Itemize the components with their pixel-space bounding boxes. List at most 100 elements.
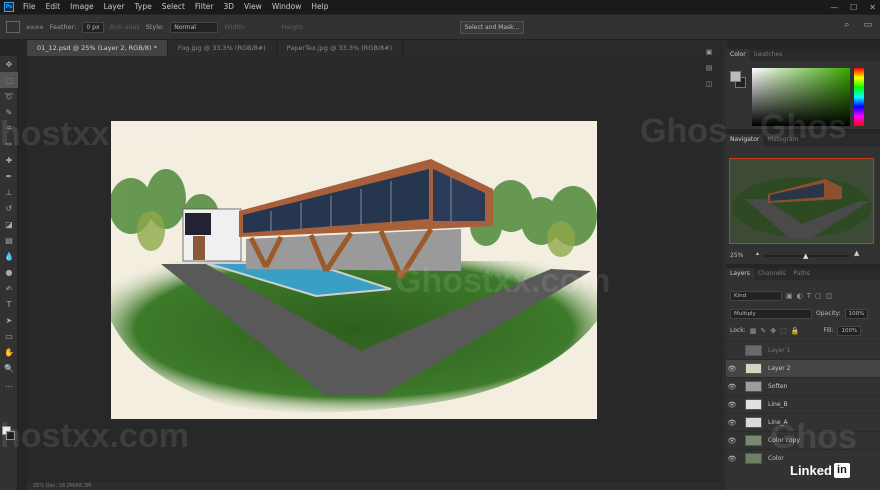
select-and-mask-button[interactable]: Select and Mask... bbox=[460, 21, 524, 34]
eye-icon[interactable]: 👁 bbox=[726, 401, 738, 409]
filter-pixel-icon[interactable]: ▣ bbox=[786, 292, 793, 300]
fill-input[interactable]: 100% bbox=[837, 325, 862, 336]
photoshop-logo[interactable]: Ps bbox=[0, 0, 18, 14]
filter-adjust-icon[interactable]: ◐ bbox=[797, 292, 803, 300]
minimize-icon[interactable]: — bbox=[830, 3, 838, 12]
tab-01-12-psd[interactable]: 01_12.psd @ 25% (Layer 2, RGB/8) * bbox=[27, 40, 168, 56]
layer-kind-filter[interactable]: Kind bbox=[730, 290, 782, 301]
filter-smart-icon[interactable]: ◫ bbox=[826, 292, 833, 300]
blend-row: Multiply Opacity: 100% bbox=[726, 306, 880, 321]
properties-panel-icon[interactable]: ▤ bbox=[702, 64, 716, 76]
feather-input[interactable]: 0 px bbox=[82, 21, 104, 33]
layer-name: Color copy bbox=[768, 437, 800, 444]
maximize-icon[interactable]: ☐ bbox=[850, 3, 857, 12]
layer-row-layer-2[interactable]: 👁 Layer 2 bbox=[726, 359, 880, 377]
lock-all-icon[interactable]: 🔒 bbox=[791, 327, 800, 335]
menu-help[interactable]: Help bbox=[306, 0, 333, 14]
workspace-icon[interactable]: ▭ bbox=[863, 20, 872, 30]
history-panel-icon[interactable]: ▣ bbox=[702, 48, 716, 60]
document-canvas-image[interactable] bbox=[111, 121, 597, 419]
quick-select-tool-icon[interactable]: ✎ bbox=[0, 104, 18, 120]
tab-swatches[interactable]: Swatches bbox=[750, 49, 787, 61]
zoom-out-icon[interactable]: ▴ bbox=[756, 250, 759, 257]
move-tool-icon[interactable]: ✥ bbox=[0, 56, 18, 72]
menu-edit[interactable]: Edit bbox=[41, 0, 66, 14]
menu-layer[interactable]: Layer bbox=[99, 0, 130, 14]
tab-layers[interactable]: Layers bbox=[726, 268, 754, 280]
menu-view[interactable]: View bbox=[239, 0, 267, 14]
eye-icon[interactable]: 👁 bbox=[726, 365, 738, 373]
lock-position-icon[interactable]: ✥ bbox=[770, 327, 776, 335]
lock-pixels-icon[interactable]: ▦ bbox=[750, 327, 757, 335]
zoom-in-icon[interactable]: ▲ bbox=[854, 249, 859, 257]
lock-artboard-icon[interactable]: ⬚ bbox=[780, 327, 787, 335]
eye-icon[interactable]: 👁 bbox=[726, 455, 738, 463]
stamp-tool-icon[interactable]: ⊥ bbox=[0, 184, 18, 200]
eraser-tool-icon[interactable]: ◪ bbox=[0, 216, 18, 232]
background-color-swatch[interactable] bbox=[6, 431, 15, 440]
fill-label: Fill: bbox=[823, 327, 834, 334]
pen-tool-icon[interactable]: ✍ bbox=[0, 280, 18, 296]
menu-type[interactable]: Type bbox=[130, 0, 157, 14]
tab-channels[interactable]: Channels bbox=[754, 268, 790, 280]
navigator-zoom-value[interactable]: 25% bbox=[730, 252, 743, 259]
menu-image[interactable]: Image bbox=[65, 0, 99, 14]
shape-tool-icon[interactable]: ▭ bbox=[0, 328, 18, 344]
menu-filter[interactable]: Filter bbox=[190, 0, 219, 14]
layer-row-line-b[interactable]: 👁 Line_B bbox=[726, 395, 880, 413]
history-brush-icon[interactable]: ↺ bbox=[0, 200, 18, 216]
tab-fog-jpg[interactable]: Fog.jpg @ 33.3% (RGB/8#) bbox=[167, 40, 277, 56]
type-tool-icon[interactable]: T bbox=[0, 296, 18, 312]
eye-icon[interactable]: 👁 bbox=[726, 419, 738, 427]
menu-window[interactable]: Window bbox=[267, 0, 307, 14]
eye-icon[interactable]: 👁 bbox=[726, 437, 738, 445]
color-picker-field[interactable] bbox=[752, 68, 850, 126]
menu-select[interactable]: Select bbox=[157, 0, 190, 14]
more-tools-icon[interactable]: … bbox=[0, 376, 18, 392]
tab-color[interactable]: Color bbox=[726, 49, 750, 61]
tab-navigator[interactable]: Navigator bbox=[726, 134, 764, 146]
lasso-tool-icon[interactable]: ➰ bbox=[0, 88, 18, 104]
close-icon[interactable]: ✕ bbox=[869, 3, 876, 12]
style-select[interactable]: Normal bbox=[170, 21, 219, 33]
dodge-tool-icon[interactable]: ● bbox=[0, 264, 18, 280]
blend-mode-select[interactable]: Multiply bbox=[730, 308, 812, 319]
navigator-preview-thumbnail bbox=[730, 159, 873, 243]
lock-paint-icon[interactable]: ✎ bbox=[760, 327, 766, 335]
crop-tool-icon[interactable]: ⌗ bbox=[0, 120, 18, 136]
gradient-tool-icon[interactable]: ▤ bbox=[0, 232, 18, 248]
hand-tool-icon[interactable]: ✋ bbox=[0, 344, 18, 360]
zoom-slider-knob-icon[interactable]: ▲ bbox=[803, 252, 808, 260]
healing-tool-icon[interactable]: ✚ bbox=[0, 152, 18, 168]
eyedropper-tool-icon[interactable]: ✑ bbox=[0, 136, 18, 152]
blur-tool-icon[interactable]: 💧 bbox=[0, 248, 18, 264]
tab-papertex-jpg[interactable]: PaperTex.jpg @ 33.3% (RGB/8#) bbox=[276, 40, 404, 56]
panel-foreground-swatch[interactable] bbox=[730, 71, 741, 82]
menu-3d[interactable]: 3D bbox=[218, 0, 239, 14]
navigator-preview[interactable] bbox=[729, 158, 874, 244]
marquee-tool-icon[interactable]: ⬚ bbox=[0, 72, 18, 88]
tab-histogram[interactable]: Histogram bbox=[763, 134, 802, 146]
info-panel-icon[interactable]: ◫ bbox=[702, 80, 716, 92]
opacity-label: Opacity: bbox=[816, 310, 841, 317]
filter-type-icon[interactable]: T bbox=[807, 292, 811, 300]
selection-mode-icons[interactable]: ▪▪▪▪ bbox=[26, 23, 44, 31]
tab-paths[interactable]: Paths bbox=[790, 268, 814, 280]
layer-row-line-a[interactable]: 👁 Line_A bbox=[726, 413, 880, 431]
eye-icon[interactable]: 👁 bbox=[726, 383, 738, 391]
hue-slider[interactable] bbox=[854, 68, 864, 126]
opacity-input[interactable]: 100% bbox=[844, 308, 869, 319]
layer-row-soften[interactable]: 👁 Soften bbox=[726, 377, 880, 395]
filter-shape-icon[interactable]: ▢ bbox=[815, 292, 822, 300]
marquee-tool-preset-icon[interactable] bbox=[6, 21, 20, 33]
brush-tool-icon[interactable]: ✒ bbox=[0, 168, 18, 184]
antialias-checkbox[interactable]: Anti-alias bbox=[110, 23, 140, 31]
layer-row-layer-1[interactable]: Layer 1 bbox=[726, 341, 880, 359]
search-icon[interactable]: ⌕ bbox=[844, 20, 849, 30]
tools-panel: ✥ ⬚ ➰ ✎ ⌗ ✑ ✚ ✒ ⊥ ↺ ◪ ▤ 💧 ● ✍ T ➤ ▭ ✋ 🔍 … bbox=[0, 56, 18, 490]
menu-file[interactable]: File bbox=[18, 0, 41, 14]
zoom-tool-icon[interactable]: 🔍 bbox=[0, 360, 18, 376]
layer-row-color-copy[interactable]: 👁 Color copy bbox=[726, 431, 880, 449]
layer-name: Color bbox=[768, 455, 784, 462]
path-select-tool-icon[interactable]: ➤ bbox=[0, 312, 18, 328]
